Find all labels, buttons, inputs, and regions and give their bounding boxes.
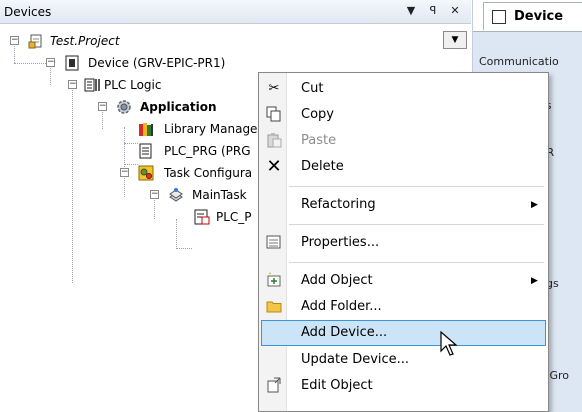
menu-item-add-device[interactable]: Add Device... [261,320,546,346]
tree-label-plc-prg: PLC_PRG (PRG [164,144,251,158]
menu-label-update-device: Update Device... [301,352,410,367]
project-icon [28,34,42,49]
device-tab-icon [492,10,506,24]
menu-item-add-object[interactable]: Add Object ▶ [261,268,546,294]
menu-label-edit-object: Edit Object [301,378,373,393]
tree-label-plc-logic: PLC Logic [104,78,162,92]
properties-icon [265,234,283,252]
menu-separator [289,186,544,187]
menu-item-properties[interactable]: Properties... [261,230,546,256]
menu-label-add-device: Add Device... [301,325,388,340]
collapse-icon[interactable]: − [46,58,55,67]
menu-label-refactoring: Refactoring [301,197,376,212]
collapse-icon[interactable]: − [150,190,159,199]
program-call-icon [194,209,210,225]
add-object-icon [265,272,283,290]
devices-panel-title: Devices [4,5,52,19]
tree-label-plc-prg-call: PLC_P [216,210,252,224]
tree-label-project: Test.Project [50,34,120,48]
tree-label-main-task: MainTask [192,188,247,202]
submenu-arrow-icon: ▶ [531,276,538,286]
edit-object-icon [265,377,283,395]
tree-dropdown-button[interactable]: ▼ [443,31,467,49]
menu-separator [289,224,544,225]
collapse-icon[interactable]: − [10,36,19,45]
scissors-icon: ✂ [268,81,280,96]
menu-label-properties: Properties... [301,235,380,250]
devices-panel-header: Devices ▼ ꟼ ✕ [0,0,471,24]
submenu-arrow-icon: ▶ [531,200,538,210]
tree-node-main-task[interactable]: − MainTask [0,185,260,205]
tree-node-plc-prg-call[interactable]: PLC_P [0,207,260,227]
plc-logic-icon [84,78,100,92]
tree-node-plc-logic[interactable]: − PLC Logic [0,75,200,95]
menu-label-add-folder: Add Folder... [301,299,382,314]
menu-item-copy[interactable]: Copy [261,102,546,128]
menu-separator [289,262,544,263]
tab-device[interactable]: Device [483,2,582,30]
task-configuration-icon [138,165,154,181]
menu-item-edit-object[interactable]: Edit Object [261,373,546,399]
tree-node-application[interactable]: − Application [0,97,217,117]
collapse-icon[interactable]: − [68,80,77,89]
menu-item-add-folder[interactable]: Add Folder... [261,294,546,320]
program-file-icon [139,143,152,159]
tree-node-task-configuration[interactable]: − Task Configura [0,163,260,183]
menu-label-paste: Paste [301,133,337,148]
collapse-icon[interactable]: − [98,102,107,111]
menu-item-delete[interactable]: ✕ Delete [261,154,546,180]
tree-label-task-configuration: Task Configura [164,166,253,180]
paste-icon [265,132,283,150]
close-icon[interactable]: ✕ [448,3,462,19]
editor-nav-item-communication[interactable]: Communicatio [479,50,582,74]
tree-label-library-manager: Library Manage [164,122,258,136]
device-icon [65,55,79,71]
menu-item-update-device[interactable]: Update Device... [261,347,546,373]
menu-label-copy: Copy [301,107,334,122]
tree-node-device[interactable]: − Device (GRV-EPIC-PR1) [0,53,260,73]
delete-x-icon: ✕ [266,156,282,177]
context-menu: ✂ Cut Copy Paste ✕ Delete Refactoring ▶ … [258,72,549,412]
mouse-cursor-icon [440,331,458,356]
task-icon [169,188,183,202]
collapse-icon[interactable]: − [120,168,129,177]
tree-label-application: Application [140,100,217,114]
menu-item-cut[interactable]: ✂ Cut [261,76,546,102]
menu-label-delete: Delete [301,159,344,174]
pin-icon[interactable]: ꟼ [426,3,440,19]
tree-node-project[interactable]: − Test.Project [0,31,200,51]
tab-device-label: Device [514,9,564,24]
copy-icon [265,106,283,124]
library-books-icon [139,123,153,136]
menu-item-paste[interactable]: Paste [261,128,546,154]
panel-menu-dropdown-icon[interactable]: ▼ [404,3,418,19]
menu-label-cut: Cut [301,81,324,96]
menu-label-add-object: Add Object [301,273,373,288]
tree-label-device: Device (GRV-EPIC-PR1) [88,56,226,70]
menu-item-refactoring[interactable]: Refactoring ▶ [261,192,546,218]
folder-icon [265,298,283,316]
tree-node-plc-prg[interactable]: PLC_PRG (PRG [0,141,260,161]
gear-icon [117,100,131,114]
tree-node-library-manager[interactable]: Library Manage [0,119,260,139]
